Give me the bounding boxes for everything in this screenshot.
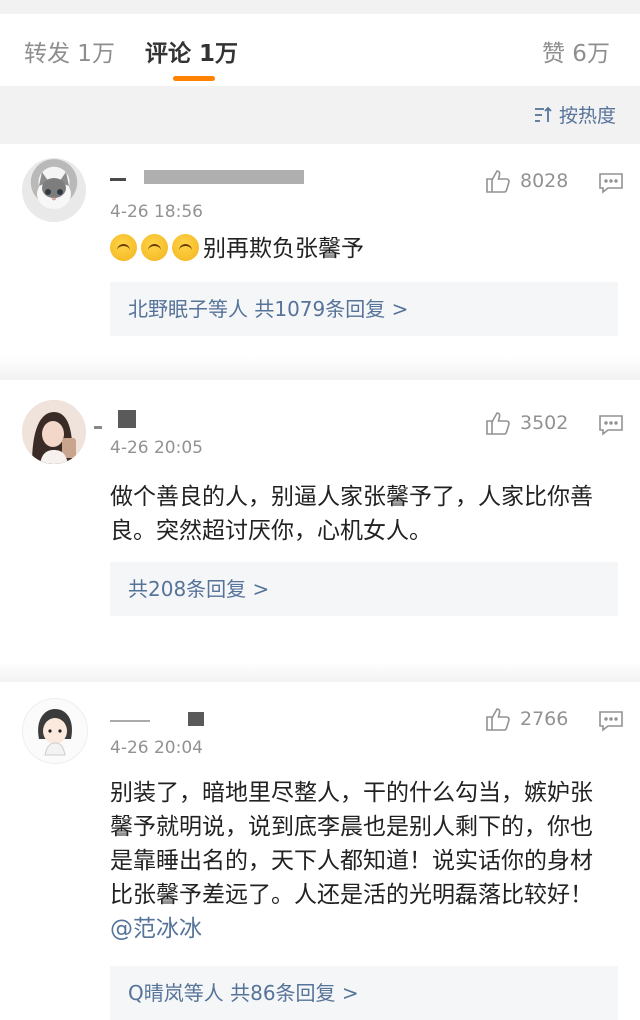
like-count: 8028: [520, 170, 569, 192]
replies-link[interactable]: 共208条回复 >: [110, 562, 618, 616]
avatar[interactable]: [22, 698, 88, 764]
sort-icon: [534, 106, 552, 122]
mention-link[interactable]: @范冰冰: [110, 916, 202, 942]
upside-down-face-emoji-icon: [110, 234, 137, 261]
comment-bubble-icon[interactable]: [598, 414, 624, 436]
girl-avatar-icon: [22, 400, 86, 464]
thumbs-up-icon: [486, 170, 510, 193]
username-redacted[interactable]: [110, 168, 310, 192]
divider: [0, 662, 640, 682]
sort-label: 按热度: [558, 105, 616, 127]
thumbs-up-icon: [486, 412, 510, 435]
top-strip: [0, 0, 640, 14]
comment-1: 4-26 18:56 8028 别再欺负张馨予 北野眠子等人 共1079条回复 …: [0, 144, 640, 356]
sort-bar: 按热度: [0, 86, 640, 144]
thumbs-up-icon: [486, 708, 510, 731]
comment-text: 别再欺负张馨予: [110, 232, 610, 266]
comment-text: 别装了，暗地里尽整人，干的什么勾当，嫉妒张馨予就明说，说到底李晨也是别人剩下的，…: [110, 776, 602, 946]
username-redacted[interactable]: [110, 710, 230, 734]
replies-link[interactable]: 北野眠子等人 共1079条回复 >: [110, 282, 618, 336]
cat-avatar-icon: [37, 172, 71, 209]
comment-bubble-icon[interactable]: [598, 710, 624, 732]
comment-3: 4-26 20:04 2766 别装了，暗地里尽整人，干的什么勾当，嫉妒张馨予就…: [0, 682, 640, 1020]
comment-2: 4-26 20:05 3502 做个善良的人，别逼人家张馨予了，人家比你善良。突…: [0, 380, 640, 662]
comment-body: 别再欺负张馨予: [203, 236, 364, 262]
tab-likes[interactable]: 赞 6万: [542, 34, 610, 68]
comment-body: 别装了，暗地里尽整人，干的什么勾当，嫉妒张馨予就明说，说到底李晨也是别人剩下的，…: [110, 780, 593, 908]
upside-down-face-emoji-icon: [172, 234, 199, 261]
replies-link[interactable]: Q晴岚等人 共86条回复 >: [110, 966, 618, 1020]
comment-time: 4-26 20:04: [110, 738, 203, 758]
username-redacted[interactable]: [94, 408, 170, 432]
comment-body: 做个善良的人，别逼人家张馨予了，人家比你善良。突然超讨厌你，心机女人。: [110, 484, 593, 544]
like-button[interactable]: 8028: [484, 168, 568, 194]
tab-comments[interactable]: 评论 1万: [145, 34, 238, 68]
upside-down-face-emoji-icon: [141, 234, 168, 261]
active-tab-indicator: [173, 76, 215, 81]
like-count: 3502: [520, 412, 569, 434]
cartoon-girl-avatar-icon: [38, 709, 72, 756]
comment-time: 4-26 20:05: [110, 438, 203, 458]
divider: [0, 356, 640, 380]
avatar[interactable]: [22, 158, 86, 222]
like-button[interactable]: 2766: [484, 706, 568, 732]
tab-bar: 转发 1万 评论 1万 赞 6万: [0, 14, 640, 86]
sort-by-hot-button[interactable]: 按热度: [533, 101, 616, 128]
like-button[interactable]: 3502: [484, 410, 568, 436]
comment-time: 4-26 18:56: [110, 202, 203, 222]
tab-repost[interactable]: 转发 1万: [24, 34, 115, 68]
like-count: 2766: [520, 708, 569, 730]
avatar[interactable]: [22, 400, 86, 464]
comment-bubble-icon[interactable]: [598, 172, 624, 194]
